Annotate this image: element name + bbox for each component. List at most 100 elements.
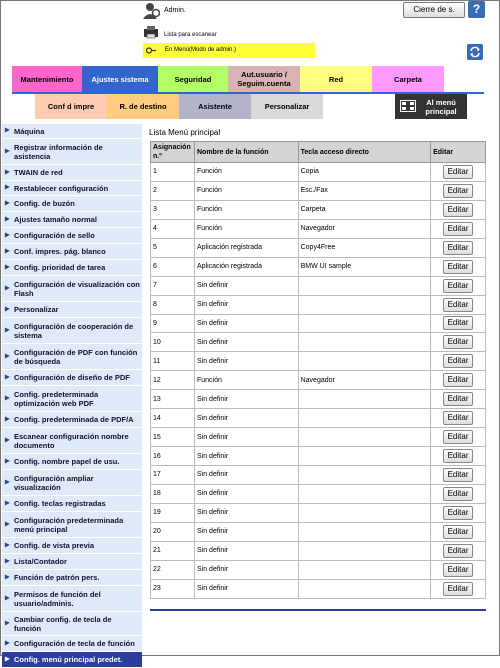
edit-button[interactable]: Editar — [443, 505, 474, 520]
sidebar-item-personalizar[interactable]: Personalizar — [2, 302, 142, 318]
sidebar-item-pag-blanco[interactable]: Conf. impres. pág. blanco — [2, 244, 142, 260]
sidebar-item-tecla-funcion[interactable]: Configuración de tecla de función — [2, 636, 142, 652]
edit-button[interactable]: Editar — [443, 562, 474, 577]
cell-asignacion: 18 — [150, 483, 195, 504]
admin-mode-label: En Menú(Modo de admin.) — [165, 47, 237, 53]
sidebar-item-nombre-documento[interactable]: Escanear configuración nombre documento — [2, 428, 142, 454]
edit-button[interactable]: Editar — [443, 392, 474, 407]
cell-nombre-funcion: Sin definir — [193, 351, 299, 372]
edit-button[interactable]: Editar — [443, 430, 474, 445]
edit-button[interactable]: Editar — [443, 467, 474, 482]
sidebar-item-pdfa[interactable]: Config. predeterminada de PDF/A — [2, 412, 142, 428]
admin-mode-bar: En Menú(Modo de admin.) — [143, 43, 315, 58]
sidebar-item-sello[interactable]: Configuración de sello — [2, 228, 142, 244]
edit-button[interactable]: Editar — [443, 202, 474, 217]
scan-list-label: Lista para escanear — [164, 32, 217, 38]
table-row: 8 Sin definir Editar — [150, 294, 486, 315]
bottom-divider — [150, 609, 486, 611]
cell-tecla-acceso — [297, 313, 432, 334]
cell-asignacion: 16 — [150, 446, 195, 466]
table-row: 22 Sin definir Editar — [150, 559, 486, 580]
edit-button[interactable]: Editar — [443, 354, 474, 369]
tab-conf-impre[interactable]: Conf d impre — [35, 94, 107, 119]
sidebar-item-tamano[interactable]: Ajustes tamaño normal — [2, 212, 142, 228]
cell-tecla-acceso — [297, 408, 432, 429]
sidebar-item-cooperacion[interactable]: Configuración de cooperación de sistema — [2, 318, 142, 344]
edit-button[interactable]: Editar — [443, 259, 474, 274]
cell-asignacion: 14 — [150, 408, 195, 429]
column-header-editar: Editar — [430, 141, 486, 163]
cell-nombre-funcion: Sin definir — [193, 275, 299, 296]
table-header-row: Asignación n.º Nombre de la función Tecl… — [150, 141, 486, 163]
edit-button[interactable]: Editar — [443, 373, 474, 388]
sidebar-item-cambiar-tecla[interactable]: Cambiar config. de tecla de función — [2, 612, 142, 636]
main-menu-button[interactable]: Al menú principal — [395, 94, 467, 119]
edit-button[interactable]: Editar — [443, 335, 474, 350]
edit-button[interactable]: Editar — [443, 411, 474, 426]
cell-asignacion: 4 — [150, 218, 195, 239]
edit-button[interactable]: Editar — [443, 524, 474, 539]
cell-tecla-acceso: BMW UI sample — [297, 256, 432, 277]
sidebar-item-pdf-busqueda[interactable]: Configuración de PDF con función de búsq… — [2, 344, 142, 370]
tab-destino[interactable]: R. de destino — [107, 94, 179, 119]
table-row: 6 Aplicación registrada BMW UI sample Edita… — [150, 256, 486, 277]
tab-aut-usuario[interactable]: Aut.usuario / Seguim.cuenta — [228, 66, 300, 92]
sidebar-item-permisos[interactable]: Permisos de función del usuario/adminis. — [2, 586, 142, 612]
edit-button[interactable]: Editar — [443, 316, 474, 331]
tab-carpeta[interactable]: Carpeta — [372, 66, 444, 92]
sidebar-item-lista-contador[interactable]: Lista/Contador — [2, 554, 142, 570]
edit-button[interactable]: Editar — [443, 486, 474, 501]
tab-red[interactable]: Red — [300, 66, 372, 92]
edit-button[interactable]: Editar — [443, 240, 474, 255]
cell-nombre-funcion: Función — [193, 162, 299, 182]
cell-editar: Editar — [430, 465, 486, 485]
help-button[interactable]: ? — [468, 1, 485, 18]
sidebar-item-flash[interactable]: Configuración de visualización con Flash — [2, 276, 142, 302]
cell-tecla-acceso: Navegador — [297, 370, 432, 391]
column-header-nombre: Nombre de la función — [193, 141, 299, 163]
edit-button[interactable]: Editar — [443, 278, 474, 293]
cell-nombre-funcion: Sin definir — [193, 502, 299, 523]
main-menu-table: Asignación n.º Nombre de la función Tecl… — [150, 141, 486, 599]
edit-button[interactable]: Editar — [443, 581, 474, 596]
tab-mantenimiento[interactable]: Mantenimiento — [12, 66, 82, 92]
table-row: 15 Sin definir Editar — [150, 427, 486, 448]
sidebar-item-vista-previa[interactable]: Config. de vista previa — [2, 538, 142, 554]
cell-editar: Editar — [430, 559, 486, 580]
table-row: 11 Sin definir Editar — [150, 351, 486, 372]
edit-button[interactable]: Editar — [443, 543, 474, 558]
tab-personalizar[interactable]: Personalizar — [251, 94, 323, 119]
edit-button[interactable]: Editar — [443, 183, 474, 198]
sidebar-item-maquina[interactable]: Máquina — [2, 124, 142, 139]
sidebar-item-prioridad[interactable]: Config. prioridad de tarea — [2, 260, 142, 276]
tab-asistente[interactable]: Asistente — [179, 94, 251, 119]
sidebar-item-buzon[interactable]: Config. de buzón — [2, 196, 142, 212]
sidebar-item-papel-usu[interactable]: Config. nombre papel de usu. — [2, 454, 142, 470]
sidebar-item-diseno-pdf[interactable]: Configuración de diseño de PDF — [2, 370, 142, 386]
sidebar-item-web-pdf[interactable]: Config. predeterminada optimización web … — [2, 386, 142, 412]
table-row: 17 Sin definir Editar — [150, 465, 486, 485]
sidebar-item-menu-principal[interactable]: Configuración predeterminada menú princi… — [2, 512, 142, 538]
sidebar-item-teclas-registradas[interactable]: Config. teclas registradas — [2, 496, 142, 512]
tab-ajustes-sistema[interactable]: Ajustes sistema — [82, 66, 158, 92]
sidebar-item-restablecer[interactable]: Restablecer configuración — [2, 181, 142, 196]
table-row: 5 Aplicación registrada Copy4Free Editar — [150, 237, 486, 258]
tab-seguridad[interactable]: Seguridad — [158, 66, 228, 92]
sidebar-item-menu-predet[interactable]: Config. menú principal predet. — [2, 652, 142, 668]
cell-asignacion: 20 — [150, 521, 195, 542]
cell-tecla-acceso — [297, 559, 432, 580]
sidebar-item-asistencia[interactable]: Registrar información de asistencia — [2, 139, 142, 165]
cell-asignacion: 21 — [150, 540, 195, 561]
edit-button[interactable]: Editar — [443, 297, 474, 312]
edit-button[interactable]: Editar — [443, 164, 474, 179]
cell-asignacion: 7 — [150, 275, 195, 296]
edit-button[interactable]: Editar — [443, 221, 474, 236]
sidebar-item-ampliar[interactable]: Configuración ampliar visualización — [2, 470, 142, 496]
column-header-tecla: Tecla acceso directo — [297, 141, 432, 163]
edit-button[interactable]: Editar — [443, 449, 474, 464]
logout-button[interactable]: Cierre de s. — [403, 2, 465, 18]
refresh-icon[interactable] — [467, 44, 483, 60]
cell-editar: Editar — [430, 294, 486, 315]
sidebar-item-twain[interactable]: TWAIN de red — [2, 165, 142, 181]
sidebar-item-patron-pers[interactable]: Función de patrón pers. — [2, 570, 142, 586]
